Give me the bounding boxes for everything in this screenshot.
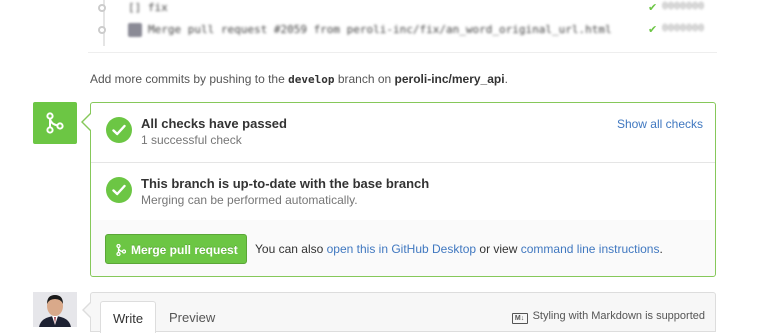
merge-note-middle: or view (479, 242, 518, 256)
hint-middle: branch on (337, 72, 392, 86)
repo-name: peroli-inc/mery_api (394, 72, 505, 86)
check-icon (106, 177, 132, 203)
merge-button-label: Merge pull request (131, 243, 238, 257)
git-merge-icon (116, 244, 126, 256)
merge-note-prefix: You can also (255, 242, 324, 256)
markdown-icon: M↓ (511, 313, 528, 324)
commit-row[interactable]: Merge pull request #2059 from peroli-inc… (88, 20, 717, 42)
avatar[interactable] (33, 292, 77, 327)
comment-box-header: Write Preview M↓ Styling with Markdown is… (90, 292, 716, 333)
branch-status-subtitle: Merging can be performed automatically. (141, 193, 358, 207)
merge-note-suffix: . (659, 242, 663, 256)
commit-sha[interactable]: 0000000 (662, 23, 704, 34)
divider (88, 52, 717, 53)
checks-title: All checks have passed (141, 116, 287, 131)
commit-message[interactable]: Merge pull request #2059 from peroli-inc… (148, 23, 612, 36)
merge-alternatives: You can also open this in GitHub Desktop… (255, 242, 663, 256)
branch-status-title: This branch is up-to-date with the base … (141, 176, 430, 191)
panel-pointer-fill (83, 114, 91, 130)
markdown-note-text: Styling with Markdown is supported (532, 310, 705, 322)
commit-list: [] fix ✔ 0000000 Merge pull request #205… (88, 0, 717, 52)
tab-preview[interactable]: Preview (157, 301, 227, 333)
commit-row[interactable]: [] fix ✔ 0000000 (88, 0, 717, 20)
branch-status-section: This branch is up-to-date with the base … (91, 162, 715, 221)
commit-message[interactable]: [] fix (128, 1, 168, 14)
merge-section: Merge pull request You can also open thi… (91, 220, 715, 276)
hint-prefix: Add more commits by pushing to the (90, 72, 285, 86)
comment-pointer-fill (84, 303, 91, 317)
tab-write[interactable]: Write (100, 301, 157, 333)
merge-status-panel: All checks have passed 1 successful chec… (90, 102, 716, 277)
git-merge-icon (33, 102, 77, 144)
hint-suffix: . (504, 72, 508, 86)
commit-status-check-icon[interactable]: ✔ (648, 1, 657, 14)
push-hint: Add more commits by pushing to the devel… (90, 72, 508, 86)
commit-status-check-icon[interactable]: ✔ (648, 23, 657, 36)
show-all-checks-link[interactable]: Show all checks (617, 117, 703, 131)
open-in-desktop-link[interactable]: open this in GitHub Desktop (327, 242, 476, 256)
command-line-instructions-link[interactable]: command line instructions (521, 242, 660, 256)
commit-sha[interactable]: 0000000 (662, 1, 704, 12)
checks-subtitle: 1 successful check (141, 133, 242, 147)
commit-dot-icon (98, 4, 106, 12)
commit-dot-icon (98, 26, 106, 34)
markdown-support-note[interactable]: M↓ Styling with Markdown is supported (511, 310, 705, 324)
branch-name: develop (288, 73, 335, 86)
check-icon (106, 117, 132, 143)
commit-author-avatar[interactable] (128, 23, 142, 37)
checks-section: All checks have passed 1 successful chec… (91, 103, 715, 163)
git-merge-glyph (46, 112, 64, 134)
merge-pull-request-button[interactable]: Merge pull request (105, 234, 247, 264)
